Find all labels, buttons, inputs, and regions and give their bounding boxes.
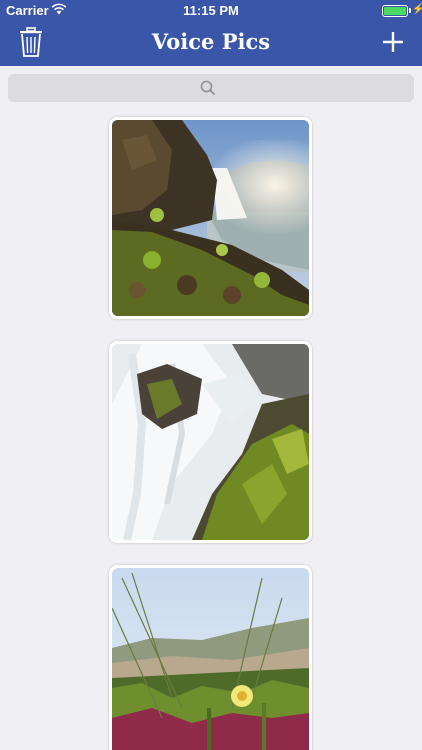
battery-cap xyxy=(409,8,411,13)
clock: 11:15 PM xyxy=(183,3,239,18)
photo-card[interactable] xyxy=(109,565,312,750)
search-icon xyxy=(200,80,216,96)
search-bar[interactable] xyxy=(8,74,414,102)
nav-bar: Voice Pics xyxy=(0,22,422,66)
top-bar: Carrier 11:15 PM ⚡ Voice Pics xyxy=(0,0,422,66)
status-bar: Carrier 11:15 PM ⚡ xyxy=(0,0,422,22)
waterfall-mossy-rock-image xyxy=(112,344,309,540)
charging-icon: ⚡ xyxy=(412,4,422,15)
ice-plant-flower-image xyxy=(112,568,309,750)
photo-card[interactable] xyxy=(109,117,312,319)
battery-icon xyxy=(382,5,408,17)
waterfall-cliff-image xyxy=(112,120,309,316)
plus-icon[interactable] xyxy=(381,30,405,54)
page-title: Voice Pics xyxy=(151,29,271,54)
photo-card[interactable] xyxy=(109,341,312,543)
